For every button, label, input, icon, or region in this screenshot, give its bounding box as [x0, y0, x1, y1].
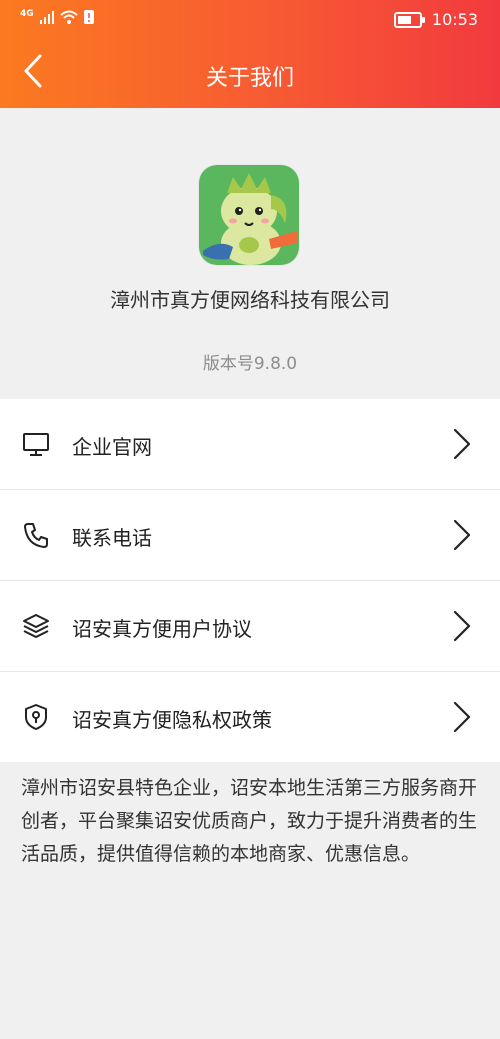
chevron-right-icon — [453, 519, 471, 551]
about-section: 漳州市真方便网络科技有限公司 版本号9.8.0 — [0, 108, 500, 399]
app-version: 版本号9.8.0 — [202, 354, 298, 374]
shield-icon — [25, 704, 47, 730]
phone-icon — [24, 523, 48, 548]
alert-icon — [83, 10, 94, 24]
signal-icon — [39, 11, 54, 24]
battery-icon — [393, 11, 425, 28]
company-description: 漳州市诏安县特色企业，诏安本地生活第三方服务商开创者，平台聚集诏安优质商户，致力… — [21, 777, 478, 865]
menu-item-label: 诏安真方便隐私权政策 — [72, 708, 272, 732]
menu-item-label: 联系电话 — [72, 526, 152, 550]
app-logo — [199, 165, 299, 265]
clock: 10:53 — [431, 10, 478, 29]
dinosaur-mascot-icon — [199, 165, 299, 265]
menu-item-user-agreement[interactable]: 诏安真方便用户协议 — [0, 581, 500, 672]
layers-icon — [23, 614, 49, 638]
page-title: 关于我们 — [205, 66, 294, 91]
menu-item-website[interactable]: 企业官网 — [0, 399, 500, 490]
chevron-right-icon — [453, 610, 471, 642]
menu-item-label: 企业官网 — [72, 435, 152, 459]
wifi-icon — [59, 10, 78, 24]
chevron-right-icon — [453, 701, 471, 733]
company-name: 漳州市真方便网络科技有限公司 — [110, 288, 390, 312]
status-bar: 4G 10:53 — [0, 0, 500, 38]
menu-item-privacy-policy[interactable]: 诏安真方便隐私权政策 — [0, 672, 500, 762]
network-type: 4G — [20, 9, 34, 19]
menu-list: 企业官网 联系电话 诏安真方便用户协议 诏安真方便隐私权政策 — [0, 399, 500, 762]
menu-item-label: 诏安真方便用户协议 — [72, 617, 252, 641]
header: 4G 10:53 关于我们 — [0, 0, 500, 108]
monitor-icon — [23, 433, 49, 456]
menu-item-phone[interactable]: 联系电话 — [0, 490, 500, 581]
navigation-bar: 关于我们 — [0, 38, 500, 108]
chevron-right-icon — [453, 428, 471, 460]
